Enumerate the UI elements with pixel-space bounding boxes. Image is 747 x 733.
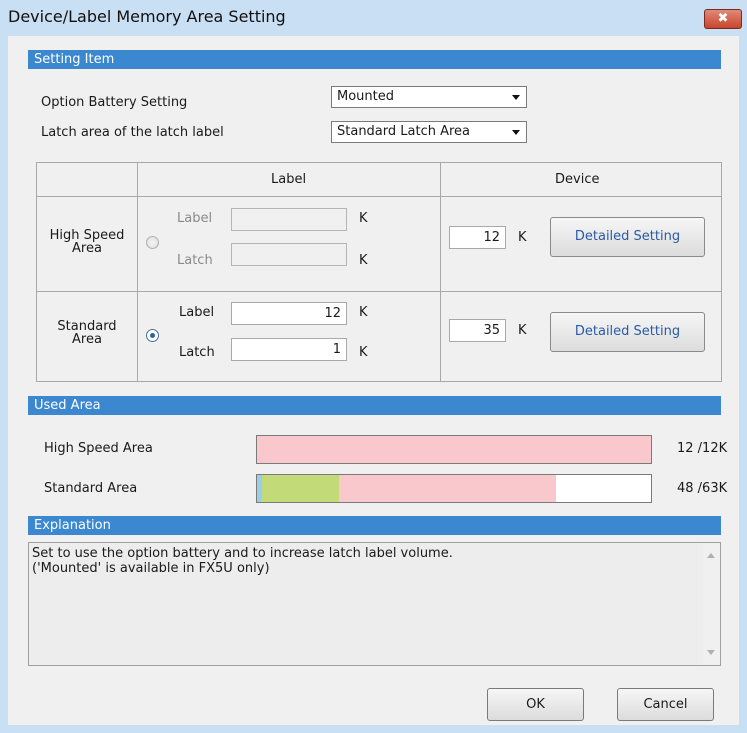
dialog-window: Device/Label Memory Area Setting ✖ Setti… bbox=[0, 0, 747, 733]
high-speed-row-title: High Speed Area bbox=[49, 228, 125, 256]
high-speed-label-field[interactable] bbox=[231, 208, 347, 231]
cancel-button[interactable]: Cancel bbox=[617, 688, 714, 721]
high-speed-usage-label: High Speed Area bbox=[44, 441, 153, 456]
close-button[interactable]: ✖ bbox=[704, 9, 742, 29]
latch-area-value: Standard Latch Area bbox=[337, 124, 471, 139]
standard-row-title: Standard Area bbox=[57, 319, 117, 347]
option-battery-value: Mounted bbox=[337, 89, 394, 104]
ok-button[interactable]: OK bbox=[487, 688, 584, 721]
high-speed-radio[interactable] bbox=[146, 236, 159, 249]
standard-radio[interactable] bbox=[146, 329, 159, 342]
standard-device-unit: K bbox=[518, 323, 527, 338]
standard-label-unit: K bbox=[359, 305, 368, 320]
high-speed-label-caption: Label bbox=[177, 211, 213, 226]
standard-usage-text: 48 /63K bbox=[677, 481, 728, 496]
high-speed-label-unit: K bbox=[359, 211, 368, 226]
scroll-down-icon[interactable] bbox=[707, 650, 715, 655]
device-column-header: Device bbox=[555, 172, 600, 187]
high-speed-latch-caption: Latch bbox=[177, 253, 213, 268]
high-speed-device-field[interactable]: 12 bbox=[449, 226, 506, 249]
close-icon: ✖ bbox=[717, 11, 729, 26]
high-speed-used-segment bbox=[257, 436, 651, 463]
memory-area-grid: Label Device High Speed Area Label K Lat… bbox=[36, 162, 722, 382]
high-speed-usage-bar bbox=[256, 435, 652, 464]
latch-area-select[interactable]: Standard Latch Area bbox=[331, 121, 527, 143]
standard-usage-bar bbox=[256, 474, 652, 503]
scroll-up-icon[interactable] bbox=[707, 553, 715, 558]
option-battery-select[interactable]: Mounted bbox=[331, 86, 527, 108]
explanation-scrollbar[interactable] bbox=[703, 543, 720, 665]
standard-latch-field[interactable]: 1 bbox=[231, 338, 347, 361]
explanation-box: Set to use the option battery and to inc… bbox=[28, 542, 721, 666]
explanation-text: Set to use the option battery and to inc… bbox=[32, 546, 453, 576]
grid-divider bbox=[37, 196, 721, 197]
standard-label-field[interactable]: 12 bbox=[231, 302, 347, 325]
standard-label-segment bbox=[339, 475, 556, 502]
standard-device-field[interactable]: 35 bbox=[449, 319, 506, 342]
standard-usage-label: Standard Area bbox=[44, 481, 138, 496]
explanation-header: Explanation bbox=[28, 516, 721, 535]
standard-latch-caption: Latch bbox=[179, 345, 215, 360]
standard-detailed-setting-button[interactable]: Detailed Setting bbox=[550, 312, 705, 352]
standard-label-caption: Label bbox=[179, 305, 215, 320]
label-column-header: Label bbox=[271, 172, 307, 187]
high-speed-device-unit: K bbox=[518, 230, 527, 245]
dialog-title: Device/Label Memory Area Setting bbox=[8, 7, 286, 26]
setting-item-header: Setting Item bbox=[28, 50, 721, 69]
standard-latch-unit: K bbox=[359, 345, 368, 360]
high-speed-latch-unit: K bbox=[359, 253, 368, 268]
high-speed-latch-field[interactable] bbox=[231, 243, 347, 266]
used-area-header: Used Area bbox=[28, 396, 721, 415]
standard-device-segment bbox=[262, 475, 339, 502]
option-battery-label: Option Battery Setting bbox=[41, 95, 188, 110]
chevron-down-icon bbox=[512, 130, 520, 135]
chevron-down-icon bbox=[512, 95, 520, 100]
latch-area-label: Latch area of the latch label bbox=[41, 125, 224, 140]
title-bar: Device/Label Memory Area Setting ✖ bbox=[0, 0, 747, 36]
high-speed-usage-text: 12 /12K bbox=[677, 441, 728, 456]
grid-divider bbox=[37, 291, 721, 292]
high-speed-detailed-setting-button[interactable]: Detailed Setting bbox=[550, 217, 705, 257]
